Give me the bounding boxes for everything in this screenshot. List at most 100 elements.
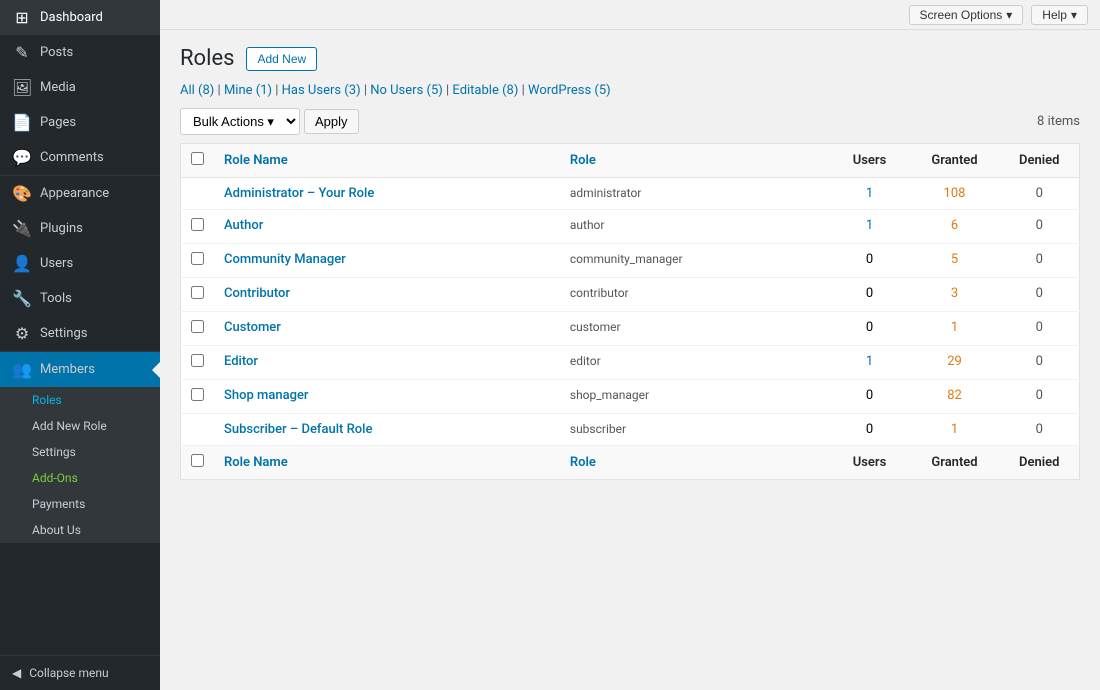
select-all-checkbox[interactable]: [191, 152, 204, 165]
users-link[interactable]: 1: [866, 218, 873, 233]
sub-menu-item-about-us[interactable]: About Us: [0, 517, 160, 543]
denied-cell: 0: [1000, 210, 1080, 244]
role-slug: community_manager: [570, 252, 683, 266]
sub-menu-item-add-ons[interactable]: Add-Ons: [0, 465, 160, 491]
sidebar-item-comments[interactable]: 💬 Comments: [0, 140, 160, 175]
row-checkbox-cell: [181, 346, 215, 380]
sub-menu-item-add-new-role[interactable]: Add New Role: [0, 413, 160, 439]
topbar: Screen Options ▾ Help ▾: [160, 0, 1100, 30]
users-link[interactable]: 1: [866, 354, 873, 369]
apply-button[interactable]: Apply: [304, 109, 359, 134]
row-checkbox-cell: [181, 178, 215, 210]
row-checkbox[interactable]: [191, 286, 204, 299]
sidebar-item-members[interactable]: 👥 Members: [0, 352, 160, 387]
row-checkbox-cell: [181, 380, 215, 414]
sidebar-item-posts[interactable]: ✎ Posts: [0, 35, 160, 70]
denied-cell: 0: [1000, 346, 1080, 380]
row-checkbox[interactable]: [191, 354, 204, 367]
row-checkbox[interactable]: [191, 388, 204, 401]
row-checkbox[interactable]: [191, 218, 204, 231]
sidebar-item-settings[interactable]: ⚙ Settings: [0, 316, 160, 351]
denied-value: 0: [1036, 422, 1043, 437]
col-role-footer[interactable]: Role: [560, 446, 830, 480]
denied-value: 0: [1036, 218, 1043, 233]
col-role-name-header[interactable]: Role Name: [214, 144, 560, 178]
sidebar-item-label: Pages: [40, 115, 76, 130]
select-all-footer-checkbox[interactable]: [191, 454, 204, 467]
sub-menu-item-roles[interactable]: Roles: [0, 387, 160, 413]
sidebar-item-dashboard[interactable]: ⊞ Dashboard: [0, 0, 160, 35]
role-name-cell: Subscriber – Default Role: [214, 414, 560, 446]
users-cell: 1: [830, 346, 910, 380]
filter-wordpress[interactable]: WordPress (5): [528, 83, 611, 98]
role-name-cell: Shop manager: [214, 380, 560, 414]
granted-value: 6: [951, 218, 958, 233]
role-name-link[interactable]: Shop manager: [224, 388, 309, 403]
role-name-link[interactable]: Editor: [224, 354, 258, 369]
col-role-name-footer[interactable]: Role Name: [214, 446, 560, 480]
role-slug: editor: [570, 354, 601, 368]
sidebar-item-label: Appearance: [40, 186, 109, 201]
granted-value: 5: [951, 252, 958, 267]
denied-value: 0: [1036, 252, 1043, 267]
users-icon: 👤: [12, 254, 32, 273]
sidebar-item-users[interactable]: 👤 Users: [0, 246, 160, 281]
bulk-actions-select[interactable]: Bulk Actions ▾: [180, 108, 300, 135]
granted-cell: 6: [910, 210, 1000, 244]
sidebar-item-label: Media: [40, 80, 76, 95]
table-row: Community Manager community_manager 0 5 0: [181, 244, 1080, 278]
filter-has-users[interactable]: Has Users (3): [282, 83, 361, 98]
sidebar-item-pages[interactable]: 📄 Pages: [0, 105, 160, 140]
sub-menu-item-payments[interactable]: Payments: [0, 491, 160, 517]
granted-cell: 5: [910, 244, 1000, 278]
denied-value: 0: [1036, 388, 1043, 403]
row-checkbox-cell: [181, 210, 215, 244]
filter-all[interactable]: All (8): [180, 83, 214, 98]
add-new-button[interactable]: Add New: [246, 47, 317, 71]
col-role-header[interactable]: Role: [560, 144, 830, 178]
sidebar-item-plugins[interactable]: 🔌 Plugins: [0, 211, 160, 246]
role-slug-cell: editor: [560, 346, 830, 380]
granted-cell: 82: [910, 380, 1000, 414]
content-area: Roles Add New All (8) | Mine (1) | Has U…: [160, 30, 1100, 690]
role-name-link[interactable]: Customer: [224, 320, 281, 335]
collapse-label: Collapse menu: [29, 666, 108, 680]
help-button[interactable]: Help ▾: [1031, 5, 1088, 25]
sidebar-item-media[interactable]: 🖼 Media: [0, 70, 160, 105]
denied-cell: 0: [1000, 414, 1080, 446]
role-slug-cell: shop_manager: [560, 380, 830, 414]
collapse-menu-button[interactable]: ◀ Collapse menu: [0, 655, 160, 690]
filter-editable[interactable]: Editable (8): [452, 83, 518, 98]
settings-icon: ⚙: [12, 324, 32, 343]
role-name-link[interactable]: Community Manager: [224, 252, 346, 267]
users-link[interactable]: 1: [866, 186, 873, 201]
users-cell: 0: [830, 244, 910, 278]
granted-cell: 108: [910, 178, 1000, 210]
role-name-link[interactable]: Administrator – Your Role: [224, 186, 374, 201]
items-count: 8 items: [1037, 114, 1080, 129]
role-name-link[interactable]: Contributor: [224, 286, 290, 301]
denied-cell: 0: [1000, 312, 1080, 346]
sidebar-item-tools[interactable]: 🔧 Tools: [0, 281, 160, 316]
row-checkbox[interactable]: [191, 252, 204, 265]
role-name-cell: Customer: [214, 312, 560, 346]
role-name-link[interactable]: Author: [224, 218, 263, 233]
sidebar-item-appearance[interactable]: 🎨 Appearance: [0, 176, 160, 211]
screen-options-button[interactable]: Screen Options ▾: [909, 5, 1024, 25]
row-checkbox[interactable]: [191, 320, 204, 333]
role-slug-cell: subscriber: [560, 414, 830, 446]
role-slug: shop_manager: [570, 388, 649, 402]
role-name-link[interactable]: Subscriber – Default Role: [224, 422, 372, 437]
col-users-header: Users: [830, 144, 910, 178]
sub-menu-item-settings[interactable]: Settings: [0, 439, 160, 465]
role-slug: subscriber: [570, 422, 626, 436]
filter-mine[interactable]: Mine (1): [224, 83, 272, 98]
screen-options-chevron-icon: ▾: [1006, 8, 1012, 22]
row-checkbox-cell: [181, 312, 215, 346]
filter-no-users[interactable]: No Users (5): [370, 83, 443, 98]
col-denied-header: Denied: [1000, 144, 1080, 178]
granted-cell: 1: [910, 414, 1000, 446]
row-checkbox-cell: [181, 244, 215, 278]
members-icon: 👥: [12, 360, 32, 379]
help-label: Help: [1042, 8, 1067, 22]
